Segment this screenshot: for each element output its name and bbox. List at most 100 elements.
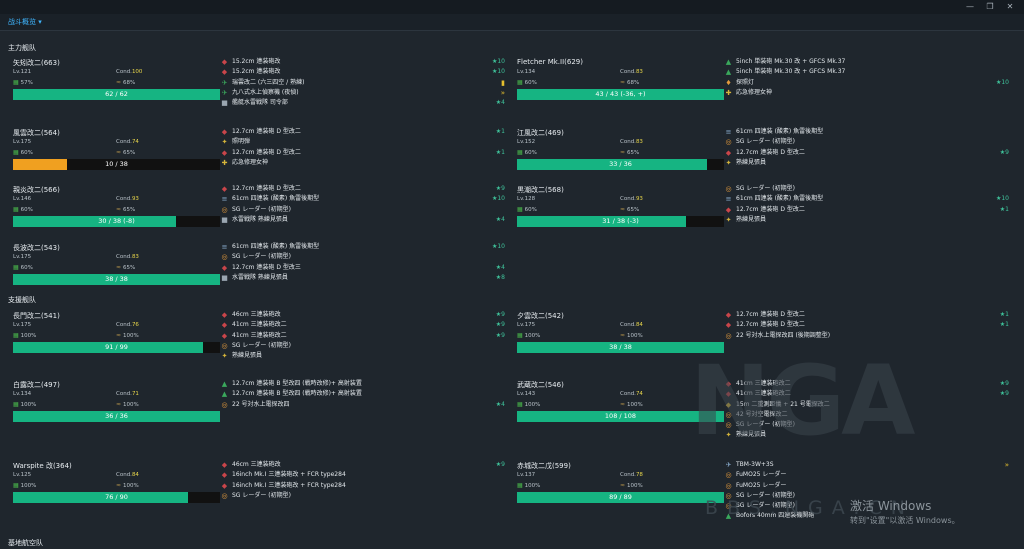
equipment-item[interactable]: ✈ 瑞雲改二 (六三四空 / 熟練) ▮	[220, 78, 505, 88]
equipment-item[interactable]: ◎ 22 号対水上電探改四 ★4	[220, 400, 505, 410]
equipment-item[interactable]: ▲ 5inch 単装砲 Mk.30 改 + GFCS Mk.37	[724, 67, 1009, 77]
equipment-item[interactable]: ◆ 12.7cm 連装砲 D 型改二 ★1	[724, 310, 1009, 320]
equipment-item[interactable]: ◆ 16inch Mk.I 三連装砲改 + FCR type284	[220, 481, 505, 491]
equipment-type-icon: ▲	[221, 390, 228, 399]
equipment-item[interactable]: ◆ 41cm 三連装砲改二 ★9	[220, 331, 505, 341]
fuel-level: ▦ 100%	[13, 482, 36, 489]
equipment-item[interactable]: ◎ SG レーダー (初期型)	[220, 252, 505, 262]
ship-card[interactable]: 白露改二(497) Lv.134 Cond.71 ▦ 100% ≈100% 36 / 36	[8, 380, 220, 430]
tab-battle-overview[interactable]: 战斗概览 ▾	[8, 17, 42, 27]
equipment-item[interactable]: ✚ 応急修理女神	[220, 158, 505, 168]
ship-name[interactable]: 赤城改二戊(599)	[517, 461, 571, 471]
equipment-list: ▲ 5inch 単装砲 Mk.30 改 + GFCS Mk.37 ▲ 5inch 単装…	[724, 57, 1009, 98]
equipment-name: 5inch 単装砲 Mk.30 改 + GFCS Mk.37	[736, 58, 846, 65]
ship-name[interactable]: 矢矧改二(663)	[13, 58, 60, 68]
ship-card[interactable]: Fletcher Mk.II(629) Lv.134 Cond.83 ▦ 60% ≈68%…	[512, 58, 724, 108]
equipment-item[interactable]: ■ 水雷戦隊 熟練見張員 ★8	[220, 273, 505, 283]
ship-card[interactable]: 親炎改二(566) Lv.146 Cond.93 ▦ 60% ≈65% 30 / 38 (-…	[8, 185, 220, 235]
equipment-item[interactable]: ◆ 46cm 三連装砲改 ★9	[220, 310, 505, 320]
ship-card[interactable]: 長門改二(541) Lv.175 Cond.76 ▦ 100% ≈100% 91 / 99	[8, 311, 220, 361]
equipment-proficiency: ★1	[495, 148, 505, 156]
ship-level: Lv.152	[517, 139, 536, 145]
ship-card[interactable]: 江風改二(469) Lv.152 Cond.83 ▦ 60% ≈65% 33 / 36	[512, 128, 724, 178]
ship-level: Lv.134	[13, 391, 32, 397]
ship-name[interactable]: 長門改二(541)	[13, 311, 60, 321]
minimize-button[interactable]: —	[960, 2, 980, 12]
ship-name[interactable]: 親炎改二(566)	[13, 185, 60, 195]
ship-level: Lv.121	[13, 69, 32, 75]
equipment-type-icon: ◎	[725, 185, 732, 193]
ship-condition: Cond.74	[620, 391, 643, 397]
equipment-item[interactable]: ✦ 熟練見張員	[220, 351, 505, 361]
equipment-item[interactable]: ▲ 5inch 単装砲 Mk.30 改 + GFCS Mk.37	[724, 57, 1009, 67]
ship-card[interactable]: Warspite 改(364) Lv.125 Cond.84 ▦ 100% ≈100% 76…	[8, 461, 220, 511]
ship-card[interactable]: 長波改二(543) Lv.175 Cond.83 ▦ 60% ≈65% 38 / 38	[8, 243, 220, 293]
equipment-item[interactable]: ◎ SG レーダー (初期型)	[220, 491, 505, 501]
equipment-item[interactable]: ◆ 41cm 三連装砲改二 ★9	[220, 320, 505, 330]
equipment-type-icon: ▲	[725, 58, 732, 66]
equipment-item[interactable]: ▲ 12.7cm 連装砲 B 型改四 (戦時改修)+ 高射装置	[220, 379, 505, 389]
equipment-type-icon: ◆	[221, 68, 228, 77]
equipment-item[interactable]: ▲ 12.7cm 連装砲 B 型改四 (戦時改修)+ 高射装置	[220, 389, 505, 399]
ship-name[interactable]: 黒潮改二(568)	[517, 185, 564, 195]
ship-card[interactable]: 風雲改二(564) Lv.175 Cond.74 ▦ 60% ≈65% 10 / 38	[8, 128, 220, 178]
ship-card[interactable]: 赤城改二戊(599) Lv.137 Cond.78 ▦ 100% ≈100% 89 / 89	[512, 461, 724, 511]
equipment-item[interactable]: ✦ 熟練見張員	[724, 158, 1009, 168]
fuel-icon: ▦	[517, 149, 523, 156]
equipment-type-icon: ◎	[221, 400, 228, 409]
ship-name[interactable]: 白露改二(497)	[13, 380, 60, 390]
ship-card[interactable]: 黒潮改二(568) Lv.128 Cond.93 ▦ 60% ≈65% 31 / 38 (-…	[512, 185, 724, 235]
ship-name[interactable]: 長波改二(543)	[13, 243, 60, 253]
equipment-item[interactable]: ■ 水雷戦隊 熟練見張員 ★4	[220, 215, 505, 225]
ship-name[interactable]: Fletcher Mk.II(629)	[517, 58, 583, 66]
equipment-type-icon: ✚	[725, 88, 732, 97]
equipment-item[interactable]: ◆ 12.7cm 連装砲 D 型改二 ★9	[724, 148, 1009, 158]
equipment-item[interactable]: ◆ 12.7cm 連装砲 D 型改二 ★9	[220, 184, 505, 194]
equipment-item[interactable]: ◎ FuMO25 レーダー	[724, 481, 1009, 491]
equipment-item[interactable]: ♦ 探照灯 ★10	[724, 78, 1009, 88]
equipment-list: ≡ 61cm 四連装 (酸素) 魚雷後期型 ★10 ◎ SG レーダー (初期型) ◆ 12…	[220, 242, 505, 283]
equipment-item[interactable]: ◆ 12.7cm 連装砲 D 型改二 ★1	[220, 127, 505, 137]
equipment-item[interactable]: ◆ 12.7cm 連装砲 D 型改二 ★1	[724, 320, 1009, 330]
equipment-item[interactable]: ◎ SG レーダー (初期型)	[724, 184, 1009, 194]
condition-label: Cond.	[620, 391, 636, 397]
equipment-item[interactable]: ◆ 12.7cm 連装砲 D 型改二 ★1	[724, 205, 1009, 215]
equipment-item[interactable]: ◎ 22 号対水上電探改四 (後期調整型)	[724, 331, 1009, 341]
equipment-proficiency: ★10	[491, 58, 505, 65]
equipment-type-icon: ■	[221, 273, 228, 282]
equipment-item[interactable]: ✚ 応急修理女神	[724, 88, 1009, 98]
ammo-icon: ≈	[116, 79, 122, 86]
ship-name[interactable]: 武蔵改二(546)	[517, 380, 564, 390]
ship-name[interactable]: 夕雲改二(542)	[517, 311, 564, 321]
ship-name[interactable]: 江風改二(469)	[517, 128, 564, 138]
equipment-item[interactable]: ◎ SG レーダー (初期型)	[724, 137, 1009, 147]
restore-button[interactable]: ❐	[980, 2, 1000, 12]
ship-name[interactable]: 風雲改二(564)	[13, 128, 60, 138]
equipment-item[interactable]: ◎ SG レーダー (初期型)	[220, 341, 505, 351]
ship-name[interactable]: Warspite 改(364)	[13, 461, 72, 471]
equipment-item[interactable]: ✦ 照明弾	[220, 137, 505, 147]
ammo-value: 65%	[123, 265, 136, 271]
condition-value: 83	[635, 139, 643, 145]
close-button[interactable]: ✕	[1000, 2, 1020, 12]
equipment-item[interactable]: ◆ 15.2cm 連装砲改 ★10	[220, 67, 505, 77]
equipment-item[interactable]: ◎ SG レーダー (初期型)	[220, 205, 505, 215]
equipment-item[interactable]: ◆ 15.2cm 連装砲改 ★10	[220, 57, 505, 67]
equipment-item[interactable]: ≡ 61cm 四連装 (酸素) 魚雷後期型 ★10	[724, 194, 1009, 204]
equipment-item[interactable]: ≡ 61cm 四連装 (酸素) 魚雷後期型	[724, 127, 1009, 137]
condition-label: Cond.	[116, 391, 132, 397]
equipment-item[interactable]: ◆ 16inch Mk.I 三連装砲改 + FCR type284	[220, 470, 505, 480]
equipment-item[interactable]: ≡ 61cm 四連装 (酸素) 魚雷後期型 ★10	[220, 194, 505, 204]
equipment-item[interactable]: ✈ 九八式水上偵察機 (夜偵) »	[220, 88, 505, 98]
equipment-item[interactable]: ◆ 12.7cm 連装砲 D 型改三 ★4	[220, 263, 505, 273]
hp-text: 91 / 99	[105, 343, 128, 351]
equipment-item[interactable]: ✦ 熟練見張員	[724, 215, 1009, 225]
equipment-item[interactable]: ◆ 12.7cm 連装砲 D 型改二 ★1	[220, 148, 505, 158]
fuel-value: 100%	[524, 402, 541, 408]
equipment-item[interactable]: ◎ FuMO25 レーダー	[724, 470, 1009, 480]
equipment-item[interactable]: ◆ 46cm 三連装砲改 ★9	[220, 460, 505, 470]
ship-condition: Cond.83	[620, 139, 643, 145]
equipment-item[interactable]: ■ 艦艇水雷戦隊 司令部 ★4	[220, 98, 505, 108]
ship-card[interactable]: 矢矧改二(663) Lv.121 Cond.100 ▦ 57% ≈68% 62 / 62	[8, 58, 220, 108]
equipment-item[interactable]: ≡ 61cm 四連装 (酸素) 魚雷後期型 ★10	[220, 242, 505, 252]
